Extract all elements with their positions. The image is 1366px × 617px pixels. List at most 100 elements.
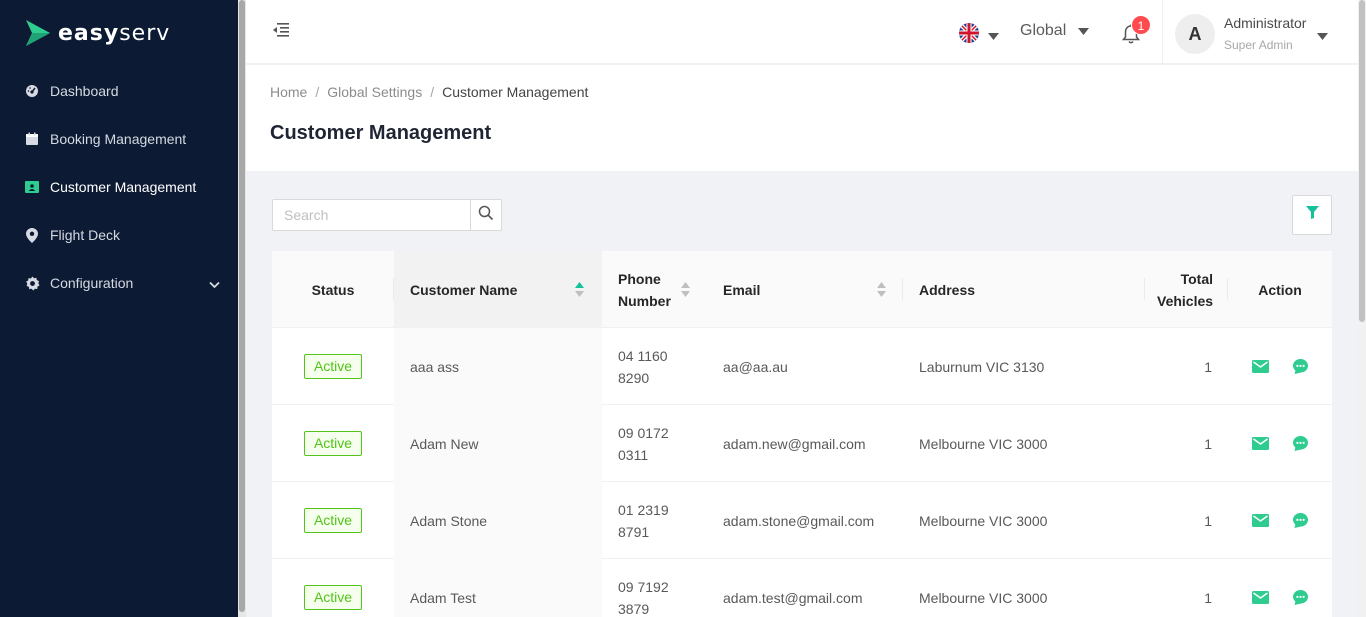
uk-flag-icon: [958, 22, 980, 49]
column-header-label: Total Vehicles: [1157, 270, 1214, 309]
page-header: Home / Global Settings / Customer Manage…: [246, 65, 1358, 171]
column-header-label: Address: [919, 281, 976, 298]
language-selector[interactable]: [958, 22, 999, 49]
filter-icon: [1305, 206, 1319, 224]
customer-table: Status Customer Name Phone Number Email …: [272, 251, 1332, 617]
search-box: [272, 199, 502, 231]
breadcrumb-home[interactable]: Home: [270, 84, 307, 100]
brand-logo[interactable]: easyserv: [24, 17, 170, 49]
sort-icon[interactable]: [681, 281, 690, 303]
sidebar-item-dashboard[interactable]: Dashboard: [0, 67, 238, 115]
mail-icon[interactable]: [1251, 435, 1269, 453]
phone-text: 09 0172 0311: [618, 424, 669, 463]
column-header-email[interactable]: Email: [707, 251, 903, 328]
avatar[interactable]: A: [1175, 14, 1215, 54]
customer-name-cell: Adam Test: [394, 559, 602, 617]
menu-fold-icon[interactable]: [272, 22, 290, 38]
column-header-label: Status: [311, 281, 355, 298]
breadcrumb-separator: /: [430, 84, 435, 100]
email-cell: adam.new@gmail.com: [723, 435, 866, 452]
table-row[interactable]: Active Adam Test 09 7192 3879 adam.test@…: [272, 559, 1332, 617]
sidebar-nav: Dashboard Booking Management Customer Ma…: [0, 67, 238, 307]
mail-icon[interactable]: [1251, 358, 1269, 376]
sidebar-item-booking-management[interactable]: Booking Management: [0, 115, 238, 163]
user-role: Super Admin: [1224, 38, 1293, 52]
address-cell: Melbourne VIC 3000: [919, 435, 1048, 452]
calendar-icon: [24, 131, 40, 147]
status-badge: Active: [303, 431, 363, 456]
caret-down-icon[interactable]: [1317, 27, 1328, 45]
caret-down-icon: [988, 27, 999, 45]
page-scrollbar[interactable]: [1358, 0, 1366, 617]
phone-cell: 01 2319 8791: [602, 482, 707, 559]
column-header-address: Address: [903, 251, 1145, 328]
status-badge: Active: [303, 508, 363, 533]
logo-icon: [26, 20, 50, 46]
column-header-label: Customer Name: [410, 281, 518, 298]
notification-badge: 1: [1131, 15, 1151, 35]
sidebar-scrollbar-thumb[interactable]: [239, 0, 245, 612]
user-name[interactable]: Administrator: [1224, 15, 1306, 31]
phone-text: 04 1160 8290: [618, 347, 668, 386]
table-row[interactable]: Active Adam New 09 0172 0311 adam.new@gm…: [272, 405, 1332, 482]
page-title: Customer Management: [270, 122, 492, 144]
sidebar-item-flight-deck[interactable]: Flight Deck: [0, 211, 238, 259]
dashboard-icon: [24, 83, 40, 99]
mail-icon[interactable]: [1251, 589, 1269, 607]
status-cell: Active: [272, 328, 394, 405]
email-cell: adam.test@gmail.com: [723, 589, 863, 606]
search-input[interactable]: [273, 200, 471, 230]
column-header-status: Status: [272, 251, 394, 328]
column-header-total-vehicles: Total Vehicles: [1145, 251, 1228, 328]
vehicles-cell: 1: [1204, 358, 1212, 375]
sidebar-item-label: Configuration: [50, 275, 134, 291]
sidebar-scrollbar[interactable]: [238, 0, 246, 617]
page-scrollbar-thumb[interactable]: [1359, 0, 1365, 322]
vehicles-cell: 1: [1204, 435, 1212, 452]
column-header-customer-name[interactable]: Customer Name: [394, 251, 602, 328]
chat-icon[interactable]: [1291, 435, 1309, 453]
column-header-label: Phone Number: [618, 270, 671, 309]
sidebar-item-label: Flight Deck: [50, 227, 121, 243]
id-card-icon: [24, 179, 40, 195]
breadcrumb: Home / Global Settings / Customer Manage…: [270, 84, 588, 100]
status-cell: Active: [272, 559, 394, 617]
table-row[interactable]: Active aaa ass 04 1160 8290 aa@aa.au Lab…: [272, 328, 1332, 405]
chat-icon[interactable]: [1291, 589, 1309, 607]
customer-name-cell: Adam New: [394, 405, 602, 482]
vehicles-cell: 1: [1204, 512, 1212, 529]
customer-name-cell: Adam Stone: [394, 482, 602, 559]
breadcrumb-global-settings[interactable]: Global Settings: [327, 84, 422, 100]
region-selector[interactable]: Global: [1020, 22, 1101, 40]
breadcrumb-separator: /: [315, 84, 320, 100]
table-row[interactable]: Active Adam Stone 01 2319 8791 adam.ston…: [272, 482, 1332, 559]
email-cell: aa@aa.au: [723, 358, 788, 375]
phone-text: 09 7192 3879: [618, 578, 669, 617]
filter-button[interactable]: [1292, 195, 1332, 235]
phone-cell: 04 1160 8290: [602, 328, 707, 405]
mail-icon[interactable]: [1251, 512, 1269, 530]
action-cell: [1228, 559, 1332, 617]
column-header-action: Action: [1228, 251, 1332, 328]
sort-icon[interactable]: [877, 281, 886, 303]
top-header: Global 1 A Administrator Super Admin: [246, 0, 1358, 64]
status-badge: Active: [303, 585, 363, 610]
sidebar-item-customer-management[interactable]: Customer Management: [0, 163, 238, 211]
status-cell: Active: [272, 405, 394, 482]
column-header-label: Email: [723, 281, 761, 298]
address-cell: Melbourne VIC 3000: [919, 512, 1048, 529]
action-cell: [1228, 405, 1332, 482]
sidebar-item-label: Dashboard: [50, 83, 119, 99]
search-button[interactable]: [470, 200, 501, 230]
email-cell: adam.stone@gmail.com: [723, 512, 875, 529]
sort-icon[interactable]: [575, 281, 584, 303]
customer-name-cell: aaa ass: [394, 328, 602, 405]
column-header-phone-number[interactable]: Phone Number: [602, 251, 707, 328]
action-cell: [1228, 328, 1332, 405]
column-header-label: Action: [1258, 281, 1302, 298]
sidebar-item-configuration[interactable]: Configuration: [0, 259, 238, 307]
phone-cell: 09 0172 0311: [602, 405, 707, 482]
chat-icon[interactable]: [1291, 358, 1309, 376]
chat-icon[interactable]: [1291, 512, 1309, 530]
brand-name: easyserv: [58, 20, 171, 46]
